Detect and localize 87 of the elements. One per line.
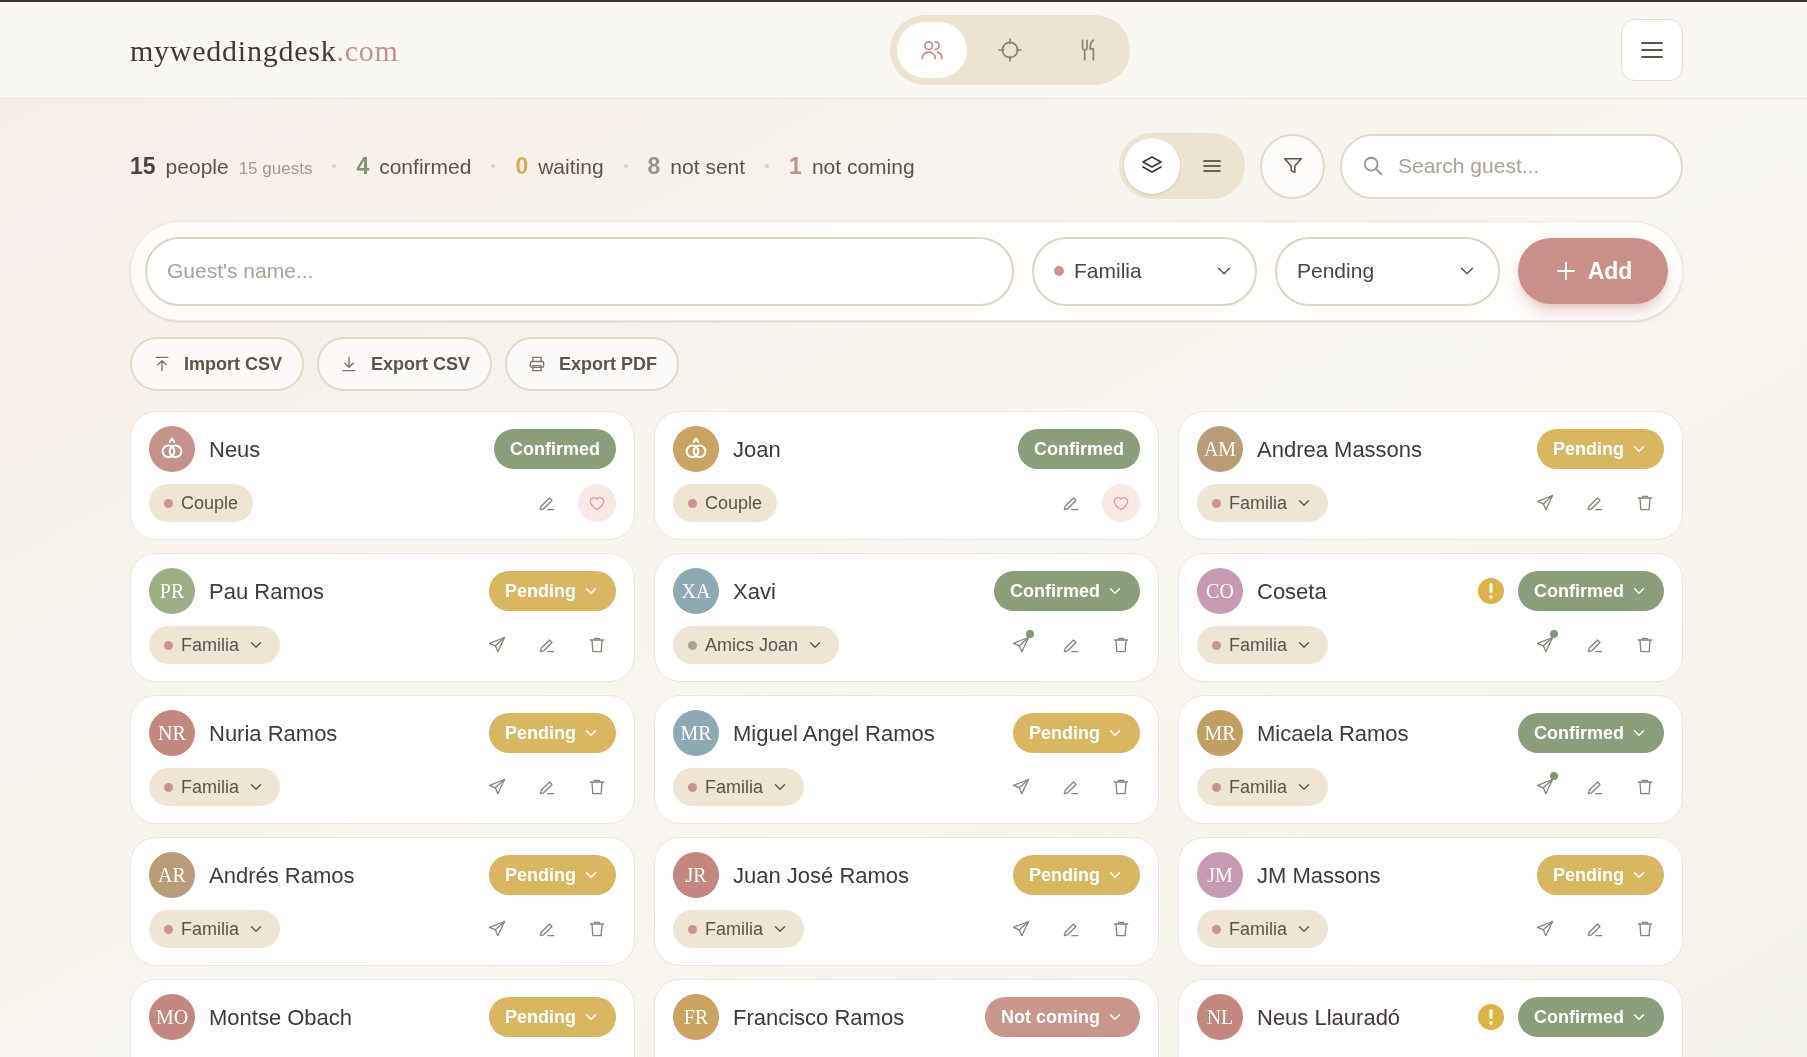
initials-avatar: AR xyxy=(149,852,195,898)
group-tag[interactable]: Couple xyxy=(673,484,778,522)
group-tag[interactable]: Familia xyxy=(149,626,280,664)
logo[interactable]: myweddingdesk.com xyxy=(130,27,399,73)
guest-name: Neus Llauradó xyxy=(1257,1003,1402,1032)
initials-avatar: MR xyxy=(1197,710,1243,756)
initials-avatar: XA xyxy=(673,568,719,614)
file-button[interactable]: Export CSV xyxy=(317,337,493,391)
group-tag[interactable]: Familia xyxy=(1197,484,1328,522)
guest-name: Francisco Ramos xyxy=(733,1003,906,1032)
group-tag[interactable]: Familia xyxy=(1197,910,1328,948)
file-button[interactable]: Import CSV xyxy=(130,337,304,391)
paper-plane-icon xyxy=(487,919,507,939)
trash-icon xyxy=(587,919,607,939)
status-dropdown[interactable]: Pending xyxy=(1275,236,1500,306)
guest-name: Pau Ramos xyxy=(209,577,325,606)
initials-avatar: MR xyxy=(673,710,719,756)
nav-tab[interactable] xyxy=(896,22,967,78)
guest-name: Joan xyxy=(733,435,782,464)
trash-icon xyxy=(1635,493,1655,513)
group-tag[interactable]: Familia xyxy=(673,910,804,948)
paper-plane-icon xyxy=(1535,493,1555,513)
group-tag[interactable]: Familia xyxy=(149,768,280,806)
trash-icon xyxy=(1111,635,1131,655)
trash-icon xyxy=(1635,919,1655,939)
guest-name: Xavi xyxy=(733,577,777,606)
paper-plane-icon xyxy=(1535,635,1555,655)
initials-avatar: PR xyxy=(149,568,195,614)
file-button[interactable]: Export PDF xyxy=(505,337,680,391)
stat-detail: 15 guests xyxy=(238,157,313,180)
group-tag[interactable]: Amics Joan xyxy=(673,626,840,664)
guest-name: Micaela Ramos xyxy=(1257,719,1410,748)
paper-plane-icon xyxy=(487,777,507,797)
initials-avatar: AM xyxy=(1197,426,1243,472)
guest-name: JM Massons xyxy=(1257,861,1382,890)
group-tag[interactable]: Familia xyxy=(1197,768,1328,806)
group-dropdown[interactable]: Familia xyxy=(1032,236,1257,306)
guest-name: Neus xyxy=(209,435,262,464)
search-field[interactable]: Search guest... xyxy=(1340,133,1683,199)
group-tag[interactable]: Familia xyxy=(149,910,280,948)
menu-button[interactable] xyxy=(1621,19,1683,81)
trash-icon xyxy=(587,635,607,655)
stat-label: waiting xyxy=(538,153,604,180)
paper-plane-icon xyxy=(487,635,507,655)
search-icon xyxy=(1362,154,1384,177)
stat-label: confirmed xyxy=(379,153,472,180)
menu-icon xyxy=(1640,41,1664,59)
crosshair-icon xyxy=(996,37,1023,63)
stat-count: 0 xyxy=(515,151,529,181)
guest-name: Juan José Ramos xyxy=(733,861,911,890)
group-tag[interactable]: Familia xyxy=(1197,626,1328,664)
guest-name: Andrés Ramos xyxy=(209,861,356,890)
favorite-button[interactable] xyxy=(578,484,616,522)
initials-avatar: FR xyxy=(673,994,719,1040)
initials-avatar: CO xyxy=(1197,568,1243,614)
favorite-button[interactable] xyxy=(1102,484,1140,522)
group-tag[interactable]: Familia xyxy=(673,768,804,806)
stat-count: 8 xyxy=(647,151,661,181)
guest-name: Montse Obach xyxy=(209,1003,354,1032)
stat-count: 4 xyxy=(356,151,370,181)
stat-count: 15 xyxy=(130,151,156,181)
guest-name: Nuria Ramos xyxy=(209,719,339,748)
guest-name: Miguel Angel Ramos xyxy=(733,719,936,748)
trash-icon xyxy=(1635,635,1655,655)
group-tag[interactable]: Couple xyxy=(149,484,254,522)
initials-avatar: JM xyxy=(1197,852,1243,898)
paper-plane-icon xyxy=(1535,777,1555,797)
trash-icon xyxy=(587,777,607,797)
paper-plane-icon xyxy=(1011,635,1031,655)
guest-name: Coseta xyxy=(1257,577,1328,606)
stat-label: not sent xyxy=(670,153,746,180)
stat-label: not coming xyxy=(811,153,915,180)
view-toggle[interactable] xyxy=(1124,138,1180,194)
trash-icon xyxy=(1111,919,1131,939)
guest-name: Andrea Massons xyxy=(1257,435,1424,464)
stat-count: 1 xyxy=(789,151,802,181)
name-field[interactable]: Guest's name... xyxy=(145,236,1014,306)
paper-plane-icon xyxy=(1011,919,1031,939)
trash-icon xyxy=(1111,777,1131,797)
paper-plane-icon xyxy=(1011,777,1031,797)
initials-avatar: NR xyxy=(149,710,195,756)
initials-avatar: NL xyxy=(1197,994,1243,1040)
initials-avatar: JR xyxy=(673,852,719,898)
stat-label: people xyxy=(165,153,229,180)
trash-icon xyxy=(1635,777,1655,797)
paper-plane-icon xyxy=(1535,919,1555,939)
initials-avatar: MO xyxy=(149,994,195,1040)
